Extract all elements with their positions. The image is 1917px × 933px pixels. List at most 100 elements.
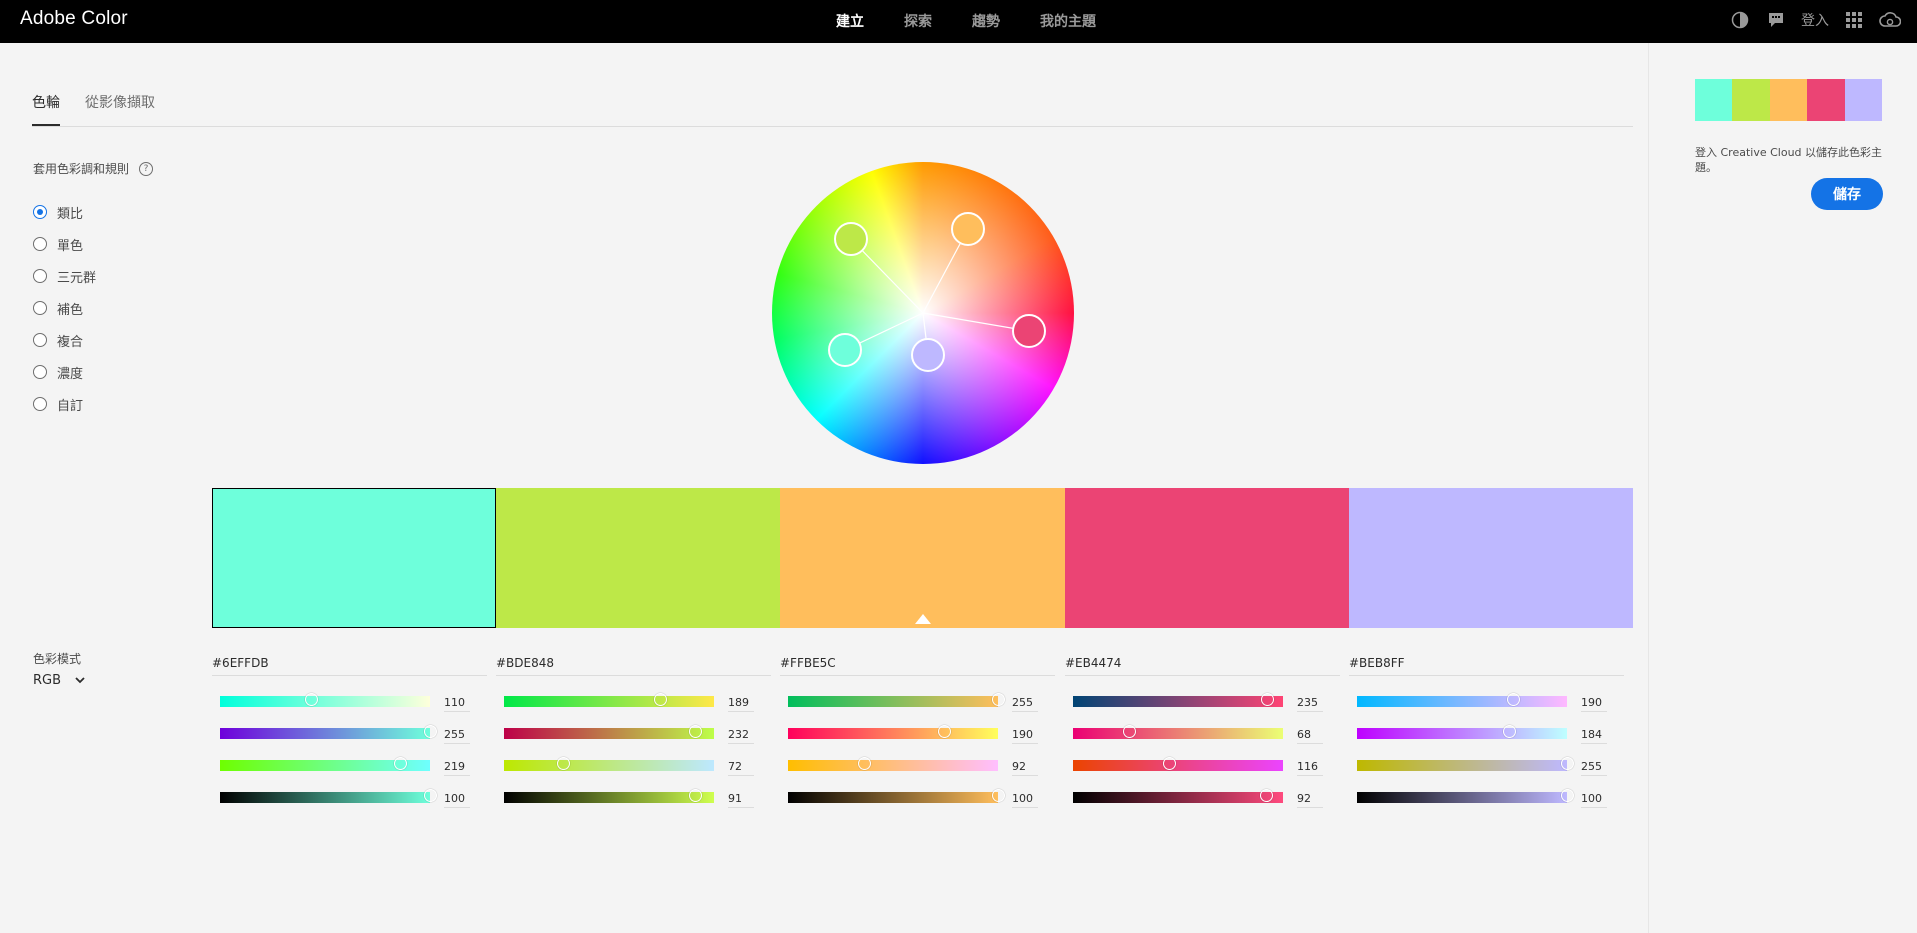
accessibility-icon[interactable] bbox=[1729, 9, 1751, 31]
slider-value-input[interactable]: 184 bbox=[1581, 728, 1607, 744]
color-slider[interactable] bbox=[504, 757, 714, 771]
help-icon[interactable]: ? bbox=[139, 161, 154, 176]
color-slider[interactable] bbox=[788, 725, 998, 739]
color-slider[interactable] bbox=[220, 757, 430, 771]
creative-cloud-icon[interactable] bbox=[1879, 9, 1901, 31]
color-slider[interactable] bbox=[1073, 693, 1283, 707]
feedback-icon[interactable] bbox=[1765, 9, 1787, 31]
slider-thumb[interactable] bbox=[857, 757, 871, 770]
radio-button[interactable] bbox=[33, 333, 47, 347]
slider-value-input[interactable]: 235 bbox=[1297, 696, 1323, 712]
slider-value-input[interactable]: 189 bbox=[728, 696, 754, 712]
apps-grid-icon[interactable] bbox=[1843, 9, 1865, 31]
slider-thumb[interactable] bbox=[1507, 693, 1521, 706]
radio-button[interactable] bbox=[33, 301, 47, 315]
sign-in-link[interactable]: 登入 bbox=[1801, 10, 1829, 30]
slider-thumb[interactable] bbox=[1502, 725, 1516, 738]
slider-value-input[interactable]: 190 bbox=[1581, 696, 1607, 712]
slider-thumb[interactable] bbox=[1561, 757, 1574, 770]
slider-thumb[interactable] bbox=[424, 789, 437, 802]
slider-thumb[interactable] bbox=[653, 693, 667, 706]
radio-button[interactable] bbox=[33, 205, 47, 219]
nav-trends[interactable]: 趨勢 bbox=[972, 11, 1000, 31]
nav-my-themes[interactable]: 我的主題 bbox=[1040, 11, 1096, 31]
app-logo-title[interactable]: Adobe Color bbox=[20, 8, 128, 30]
radio-button[interactable] bbox=[33, 397, 47, 411]
color-slider[interactable] bbox=[1357, 725, 1567, 739]
slider-value-input[interactable]: 100 bbox=[444, 792, 470, 808]
slider-thumb[interactable] bbox=[1561, 789, 1574, 802]
slider-value-input[interactable]: 232 bbox=[728, 728, 754, 744]
rule-monochromatic[interactable]: 單色 bbox=[33, 228, 96, 260]
slider-thumb[interactable] bbox=[304, 693, 318, 706]
slider-value-input[interactable]: 68 bbox=[1297, 728, 1323, 744]
slider-value-input[interactable]: 255 bbox=[444, 728, 470, 744]
rule-custom[interactable]: 自訂 bbox=[33, 388, 96, 420]
slider-value-input[interactable]: 116 bbox=[1297, 760, 1323, 776]
slider-thumb[interactable] bbox=[424, 725, 437, 738]
slider-thumb[interactable] bbox=[1260, 693, 1274, 706]
hex-value-input[interactable]: #BDE848 bbox=[496, 656, 771, 676]
slider-value-input[interactable]: 255 bbox=[1012, 696, 1038, 712]
swatch-3[interactable] bbox=[1064, 488, 1349, 628]
color-slider[interactable] bbox=[788, 693, 1005, 707]
slider-thumb[interactable] bbox=[557, 757, 571, 770]
slider-value-input[interactable]: 72 bbox=[728, 760, 754, 776]
hex-value-input[interactable]: #FFBE5C bbox=[780, 656, 1055, 676]
rule-complementary[interactable]: 補色 bbox=[33, 292, 96, 324]
swatch-1[interactable] bbox=[496, 488, 781, 628]
color-mode-select[interactable]: RGB bbox=[33, 673, 85, 688]
color-slider[interactable] bbox=[504, 693, 714, 707]
radio-button[interactable] bbox=[33, 365, 47, 379]
tab-extract-from-image[interactable]: 從影像擷取 bbox=[85, 92, 155, 124]
rule-triad[interactable]: 三元群 bbox=[33, 260, 96, 292]
slider-thumb[interactable] bbox=[992, 693, 1005, 706]
color-slider[interactable] bbox=[1357, 693, 1567, 707]
color-slider[interactable] bbox=[1073, 757, 1283, 771]
slider-value-input[interactable]: 100 bbox=[1012, 792, 1038, 808]
slider-value-input[interactable]: 92 bbox=[1297, 792, 1323, 808]
slider-value-input[interactable]: 100 bbox=[1581, 792, 1607, 808]
color-slider[interactable] bbox=[220, 693, 430, 707]
color-slider[interactable] bbox=[788, 757, 998, 771]
slider-thumb[interactable] bbox=[394, 757, 408, 770]
swatch-4[interactable] bbox=[1348, 488, 1634, 628]
slider-thumb[interactable] bbox=[1123, 725, 1136, 738]
save-button[interactable]: 儲存 bbox=[1811, 178, 1883, 210]
swatch-0[interactable] bbox=[212, 488, 497, 628]
radio-button[interactable] bbox=[33, 237, 47, 251]
color-slider[interactable] bbox=[504, 789, 714, 803]
swatch-2[interactable] bbox=[780, 488, 1065, 628]
slider-value-input[interactable]: 219 bbox=[444, 760, 470, 776]
slider-thumb[interactable] bbox=[1260, 789, 1274, 802]
color-slider[interactable] bbox=[220, 725, 437, 739]
color-slider[interactable] bbox=[1073, 789, 1283, 803]
hex-value-input[interactable]: #6EFFDB bbox=[212, 656, 487, 676]
slider-thumb[interactable] bbox=[1162, 757, 1176, 770]
color-slider[interactable] bbox=[1357, 757, 1574, 771]
color-slider[interactable] bbox=[1357, 789, 1574, 803]
slider-thumb[interactable] bbox=[689, 725, 703, 738]
rule-analogous[interactable]: 類比 bbox=[33, 196, 96, 228]
color-slider[interactable] bbox=[220, 789, 437, 803]
color-wheel[interactable] bbox=[772, 162, 1074, 464]
wheel-handle-4[interactable] bbox=[911, 338, 945, 372]
tab-color-wheel[interactable]: 色輪 bbox=[32, 92, 60, 126]
rule-shades[interactable]: 濃度 bbox=[33, 356, 96, 388]
nav-create[interactable]: 建立 bbox=[836, 11, 864, 31]
rule-compound[interactable]: 複合 bbox=[33, 324, 96, 356]
slider-thumb[interactable] bbox=[992, 789, 1005, 802]
hex-value-input[interactable]: #EB4474 bbox=[1065, 656, 1340, 676]
hex-value-input[interactable]: #BEB8FF bbox=[1349, 656, 1624, 676]
slider-value-input[interactable]: 110 bbox=[444, 696, 470, 712]
color-slider[interactable] bbox=[1073, 725, 1283, 739]
slider-value-input[interactable]: 255 bbox=[1581, 760, 1607, 776]
color-slider[interactable] bbox=[788, 789, 1005, 803]
wheel-handle-3[interactable] bbox=[1012, 314, 1046, 348]
color-slider[interactable] bbox=[504, 725, 714, 739]
radio-button[interactable] bbox=[33, 269, 47, 283]
wheel-handle-0[interactable] bbox=[828, 333, 862, 367]
slider-value-input[interactable]: 91 bbox=[728, 792, 754, 808]
slider-value-input[interactable]: 190 bbox=[1012, 728, 1038, 744]
wheel-handle-base[interactable] bbox=[951, 212, 985, 246]
